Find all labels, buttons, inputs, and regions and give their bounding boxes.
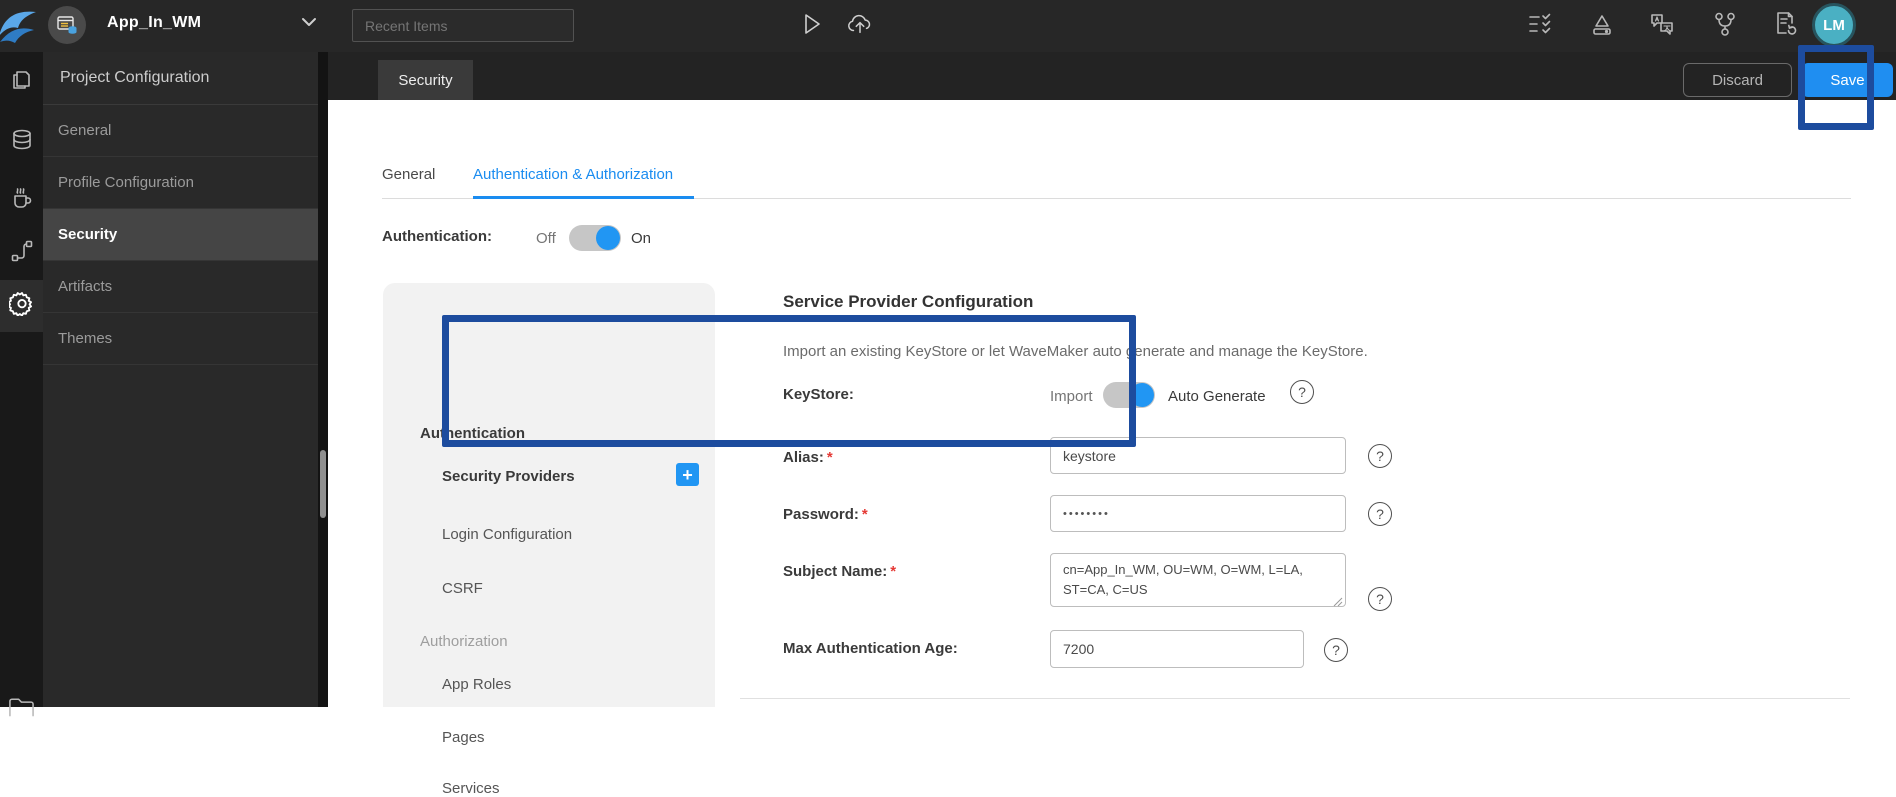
keystore-label: KeyStore: <box>783 386 854 403</box>
password-label: Password: * <box>783 506 868 523</box>
sidebar-item-profile-configuration[interactable]: Profile Configuration <box>43 157 318 209</box>
max-auth-age-input[interactable] <box>1050 630 1304 668</box>
deploy-export-icon[interactable] <box>1588 10 1616 38</box>
alias-label: Alias: * <box>783 449 833 466</box>
tab-authentication-authorization[interactable]: Authentication & Authorization <box>473 166 673 183</box>
file-sync-icon[interactable] <box>1771 10 1799 38</box>
subnav-item-app-roles[interactable]: App Roles <box>442 676 511 693</box>
project-avatar-icon[interactable] <box>48 6 86 44</box>
subnav-item-csrf[interactable]: CSRF <box>442 580 483 597</box>
keystore-autogenerate-label: Auto Generate <box>1168 388 1266 405</box>
subnav-header-authentication: Authentication <box>420 425 525 442</box>
security-subnav-panel: Authentication Security Providers + Logi… <box>383 283 715 797</box>
project-name: App_In_WM <box>107 14 202 31</box>
translate-localization-icon[interactable] <box>1648 10 1676 38</box>
alias-input[interactable] <box>1050 437 1346 474</box>
max-auth-age-label: Max Authentication Age: <box>783 640 958 657</box>
password-input[interactable] <box>1050 495 1346 532</box>
toggle-knob <box>596 226 620 250</box>
settings-gear-icon[interactable] <box>8 289 35 316</box>
subnav-header-authorization: Authorization <box>420 633 508 650</box>
security-settings-content: General Authentication & Authorization A… <box>328 100 1896 797</box>
java-services-icon[interactable] <box>8 183 35 210</box>
cloud-upload-icon[interactable] <box>846 10 874 38</box>
alias-help-icon[interactable]: ? <box>1368 444 1392 468</box>
required-marker: * <box>861 506 868 523</box>
max-auth-age-help-icon[interactable]: ? <box>1324 638 1348 662</box>
keystore-help-icon[interactable]: ? <box>1290 380 1314 404</box>
authentication-label: Authentication: <box>382 228 492 245</box>
required-marker: * <box>826 449 833 466</box>
subnav-item-pages[interactable]: Pages <box>442 729 485 746</box>
sidebar-item-artifacts[interactable]: Artifacts <box>43 261 318 313</box>
authentication-on-label: On <box>631 230 652 247</box>
wavemaker-logo-icon <box>0 5 38 50</box>
tab-general[interactable]: General <box>382 166 435 183</box>
checklist-icon[interactable] <box>1526 10 1554 38</box>
sidebar-item-security[interactable]: Security <box>43 209 318 261</box>
panel-scroll-gutter <box>318 52 328 707</box>
subnav-item-security-providers[interactable]: Security Providers <box>442 468 575 485</box>
subnav-item-login-configuration[interactable]: Login Configuration <box>442 526 572 543</box>
required-marker: * <box>890 563 897 580</box>
file-explorer-folder-icon[interactable] <box>8 692 35 719</box>
active-tab-underline <box>473 196 694 199</box>
sidebar-panel-title: Project Configuration <box>43 52 318 105</box>
left-icon-rail <box>0 52 43 716</box>
project-configuration-panel: Project Configuration General Profile Co… <box>43 52 318 707</box>
authentication-off-label: Off <box>536 230 556 247</box>
subject-name-label: Subject Name: * <box>783 563 897 580</box>
share-branch-icon[interactable] <box>1710 10 1738 38</box>
database-icon[interactable] <box>8 126 35 153</box>
keystore-import-label: Import <box>1050 388 1093 405</box>
chevron-down-icon[interactable] <box>300 15 318 34</box>
save-button[interactable]: Save <box>1802 63 1893 97</box>
subject-name-help-icon[interactable]: ? <box>1368 587 1392 611</box>
top-bar: App_In_WM Recent Items LM <box>0 0 1896 52</box>
pages-icon[interactable] <box>8 66 35 93</box>
authentication-toggle[interactable] <box>569 225 621 251</box>
api-connector-icon[interactable] <box>8 237 35 264</box>
sidebar-item-themes[interactable]: Themes <box>43 313 318 365</box>
run-play-icon[interactable] <box>797 10 825 38</box>
document-strip: Security Discard Save <box>328 52 1896 100</box>
recent-items-search-input[interactable] <box>352 9 574 42</box>
user-avatar[interactable]: LM <box>1812 3 1856 47</box>
discard-button[interactable]: Discard <box>1683 63 1792 97</box>
sidebar-item-general[interactable]: General <box>43 105 318 157</box>
subject-name-textarea[interactable]: cn=App_In_WM, OU=WM, O=WM, L=LA, ST=CA, … <box>1050 553 1346 607</box>
toggle-knob <box>1130 383 1154 407</box>
section-title: Service Provider Configuration <box>783 292 1034 311</box>
scrollbar-thumb[interactable] <box>320 450 326 518</box>
section-divider <box>740 698 1850 699</box>
subnav-item-services[interactable]: Services <box>442 780 500 797</box>
keystore-toggle[interactable] <box>1103 382 1155 408</box>
section-description: Import an existing KeyStore or let WaveM… <box>783 343 1368 360</box>
open-document-tab-security[interactable]: Security <box>378 60 473 100</box>
add-security-provider-button[interactable]: + <box>676 463 699 486</box>
resize-handle-icon[interactable] <box>1333 594 1893 704</box>
password-help-icon[interactable]: ? <box>1368 502 1392 526</box>
